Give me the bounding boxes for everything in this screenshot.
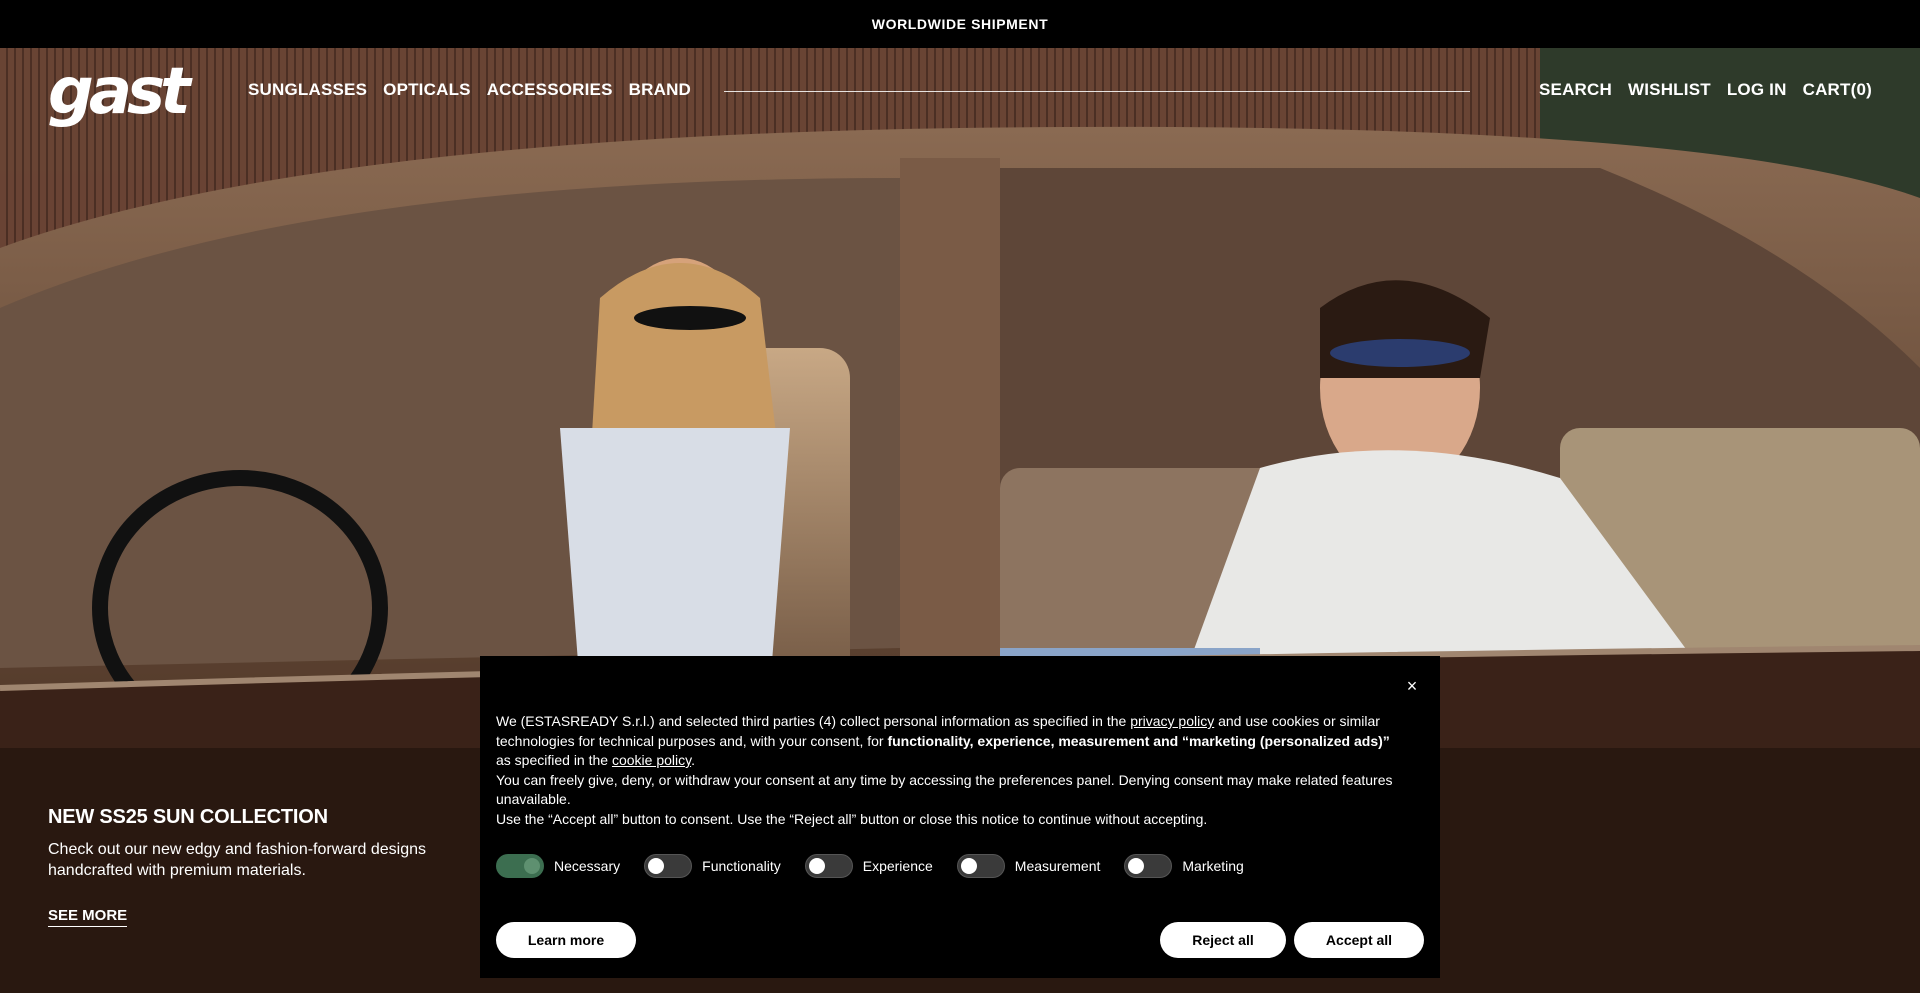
cookie-paragraph-1: We (ESTASREADY S.r.l.) and selected thir… — [496, 712, 1396, 771]
privacy-policy-link[interactable]: privacy policy — [1130, 713, 1214, 729]
site-header: gast SUNGLASSES OPTICALS ACCESSORIES BRA… — [0, 48, 1920, 136]
wishlist-link[interactable]: WISHLIST — [1628, 80, 1711, 100]
search-link[interactable]: SEARCH — [1539, 80, 1612, 100]
hero-title: NEW SS25 SUN COLLECTION — [48, 806, 328, 828]
cookie-paragraph-2: You can freely give, deny, or withdraw y… — [496, 771, 1393, 808]
experience-switch[interactable] — [804, 854, 853, 878]
announcement-text: WORLDWIDE SHIPMENT — [871, 16, 1049, 32]
accept-all-button[interactable]: Accept all — [1294, 922, 1424, 958]
see-more-link[interactable]: SEE MORE — [48, 907, 128, 927]
logo[interactable]: gast — [48, 60, 191, 124]
nav-brand[interactable]: BRAND — [629, 80, 691, 100]
utility-nav: SEARCH WISHLIST LOG IN CART(0) — [1539, 80, 1872, 100]
toggle-marketing: Marketing — [1124, 854, 1244, 878]
login-link[interactable]: LOG IN — [1727, 80, 1787, 100]
cookie-text-part: We (ESTASREADY S.r.l.) and selected thir… — [496, 713, 1131, 729]
close-icon[interactable]: × — [1402, 676, 1422, 696]
cookie-text: We (ESTASREADY S.r.l.) and selected thir… — [496, 712, 1396, 829]
toggle-label: Measurement — [1014, 858, 1101, 874]
toggle-label: Functionality — [702, 858, 781, 874]
consent-toggles: Necessary Functionality Experience Measu… — [496, 853, 1424, 879]
main-nav: SUNGLASSES OPTICALS ACCESSORIES BRAND — [248, 80, 691, 100]
hero-caption: NEW SS25 SUN COLLECTION Check out our ne… — [48, 806, 488, 927]
toggle-label: Necessary — [554, 858, 621, 874]
toggle-label: Marketing — [1182, 858, 1244, 874]
toggle-label: Experience — [862, 858, 933, 874]
cart-link[interactable]: CART(0) — [1803, 80, 1872, 100]
cookie-paragraph-3: Use the “Accept all” button to consent. … — [496, 810, 1208, 827]
functionality-switch[interactable] — [644, 854, 693, 878]
toggle-experience: Experience — [804, 854, 933, 878]
cookie-text-part: . — [691, 752, 695, 768]
cookie-banner: × We (ESTASREADY S.r.l.) and selected th… — [480, 656, 1440, 978]
learn-more-button[interactable]: Learn more — [496, 922, 636, 958]
toggle-measurement: Measurement — [956, 854, 1101, 878]
toggle-necessary: Necessary — [496, 854, 620, 878]
nav-sunglasses[interactable]: SUNGLASSES — [248, 80, 367, 100]
reject-all-button[interactable]: Reject all — [1160, 922, 1286, 958]
cookie-text-part: as specified in the — [496, 752, 612, 768]
hero-description: Check out our new edgy and fashion-forwa… — [48, 841, 426, 879]
announcement-bar: WORLDWIDE SHIPMENT — [0, 0, 1920, 48]
cookie-purposes: functionality, experience, measurement a… — [887, 732, 1390, 749]
logo-text: gast — [48, 55, 191, 129]
marketing-switch[interactable] — [1124, 854, 1173, 878]
toggle-functionality: Functionality — [644, 854, 781, 878]
cookie-buttons: Learn more Reject all Accept all — [496, 922, 1424, 958]
header-divider — [724, 91, 1470, 92]
cookie-policy-link[interactable]: cookie policy — [612, 752, 691, 768]
nav-accessories[interactable]: ACCESSORIES — [487, 80, 613, 100]
necessary-switch[interactable] — [496, 854, 544, 878]
measurement-switch[interactable] — [956, 854, 1005, 878]
nav-opticals[interactable]: OPTICALS — [383, 80, 471, 100]
